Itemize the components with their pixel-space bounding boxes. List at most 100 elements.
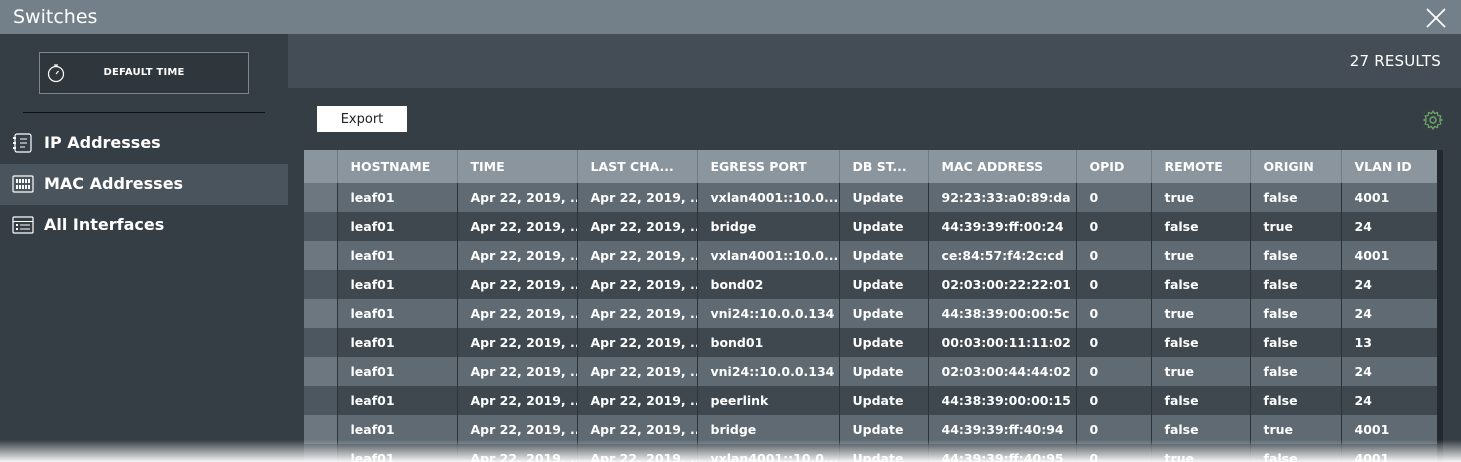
- table-cell: Apr 22, 2019, ...: [577, 357, 698, 386]
- table-cell: leaf01: [337, 241, 458, 270]
- table-cell: false: [1250, 386, 1342, 415]
- column-header[interactable]: OPID: [1076, 150, 1152, 183]
- table-row[interactable]: leaf01 Apr 22, 2019, ... Apr 22, 2019, ...…: [304, 241, 1438, 270]
- table-scrollbar[interactable]: [1437, 150, 1443, 462]
- row-select-cell[interactable]: [304, 270, 338, 299]
- select-all-column-header[interactable]: [304, 150, 338, 183]
- table-row[interactable]: leaf01 Apr 22, 2019, ... Apr 22, 2019, ...…: [304, 212, 1438, 241]
- table-cell: Apr 22, 2019, ...: [457, 415, 578, 444]
- table-row[interactable]: leaf01 Apr 22, 2019, ... Apr 22, 2019, ...…: [304, 299, 1438, 328]
- row-select-cell[interactable]: [304, 357, 338, 386]
- column-header[interactable]: MAC ADDRESS: [928, 150, 1077, 183]
- default-time-button[interactable]: DEFAULT TIME: [39, 52, 249, 94]
- column-header[interactable]: ORIGIN: [1250, 150, 1342, 183]
- table-header-row: HOSTNAME TIME LAST CHA... EGRESS PORT DB ST.…: [304, 150, 1438, 183]
- table-cell: 0: [1076, 183, 1152, 212]
- row-select-cell[interactable]: [304, 212, 338, 241]
- table-cell: 92:23:33:a0:89:da: [928, 183, 1077, 212]
- column-header[interactable]: DB ST...: [839, 150, 929, 183]
- table-cell: leaf01: [337, 299, 458, 328]
- row-select-cell[interactable]: [304, 386, 338, 415]
- table-cell: Apr 22, 2019, ...: [577, 183, 698, 212]
- table-cell: Apr 22, 2019, ...: [457, 386, 578, 415]
- table-cell: false: [1250, 357, 1342, 386]
- row-select-cell[interactable]: [304, 415, 338, 444]
- table-cell: leaf01: [337, 183, 458, 212]
- column-header[interactable]: VLAN ID: [1341, 150, 1438, 183]
- table-cell: 24: [1341, 386, 1438, 415]
- table-cell: 0: [1076, 415, 1152, 444]
- table-cell: 0: [1076, 357, 1152, 386]
- table-row[interactable]: leaf01 Apr 22, 2019, ... Apr 22, 2019, ...…: [304, 415, 1438, 444]
- sidebar-item-mac-addresses[interactable]: MAC Addresses: [0, 164, 288, 205]
- table-cell: leaf01: [337, 415, 458, 444]
- window-titlebar: Switches: [0, 0, 1461, 34]
- table-cell: Update: [839, 328, 929, 357]
- mac-address-table: HOSTNAME TIME LAST CHA... EGRESS PORT DB ST.…: [304, 150, 1439, 462]
- table-cell: true: [1250, 212, 1342, 241]
- column-header[interactable]: LAST CHA...: [577, 150, 698, 183]
- table-cell: leaf01: [337, 386, 458, 415]
- table-cell: false: [1151, 328, 1251, 357]
- table-cell: peerlink: [697, 386, 840, 415]
- sidebar-item-all-interfaces[interactable]: All Interfaces: [0, 205, 288, 246]
- export-button[interactable]: Export: [317, 106, 407, 132]
- table-cell: 24: [1341, 270, 1438, 299]
- table-cell: false: [1151, 415, 1251, 444]
- table-cell: Apr 22, 2019, ...: [457, 299, 578, 328]
- column-header[interactable]: HOSTNAME: [337, 150, 458, 183]
- table-cell: ce:84:57:f4:2c:cd: [928, 241, 1077, 270]
- sidebar-item-label: MAC Addresses: [44, 174, 184, 193]
- gear-icon[interactable]: [1422, 109, 1444, 131]
- table-cell: true: [1151, 299, 1251, 328]
- table-cell: Apr 22, 2019, ...: [577, 386, 698, 415]
- table-cell: 0: [1076, 212, 1152, 241]
- table-cell: Apr 22, 2019, ...: [457, 241, 578, 270]
- table-cell: 02:03:00:22:22:01: [928, 270, 1077, 299]
- table-cell: Update: [839, 299, 929, 328]
- column-header[interactable]: TIME: [457, 150, 578, 183]
- table-cell: 0: [1076, 328, 1152, 357]
- table-cell: 0: [1076, 386, 1152, 415]
- table-cell: bond01: [697, 328, 840, 357]
- sidebar-divider: [23, 112, 265, 113]
- row-select-cell[interactable]: [304, 183, 338, 212]
- table-cell: 13: [1341, 328, 1438, 357]
- column-header[interactable]: REMOTE: [1151, 150, 1251, 183]
- table-row[interactable]: leaf01 Apr 22, 2019, ... Apr 22, 2019, ...…: [304, 386, 1438, 415]
- table-cell: false: [1151, 212, 1251, 241]
- row-select-cell[interactable]: [304, 241, 338, 270]
- close-icon[interactable]: [1424, 6, 1448, 30]
- table-cell: false: [1250, 328, 1342, 357]
- sidebar: DEFAULT TIME IP Addresses MAC Addresses …: [0, 34, 288, 462]
- table-cell: Update: [839, 357, 929, 386]
- table-cell: true: [1151, 241, 1251, 270]
- table-row[interactable]: leaf01 Apr 22, 2019, ... Apr 22, 2019, ...…: [304, 183, 1438, 212]
- table-cell: 4001: [1341, 183, 1438, 212]
- row-select-cell[interactable]: [304, 299, 338, 328]
- table-cell: Apr 22, 2019, ...: [457, 212, 578, 241]
- table-cell: Apr 22, 2019, ...: [577, 444, 698, 462]
- column-header[interactable]: EGRESS PORT: [697, 150, 840, 183]
- table-cell: leaf01: [337, 270, 458, 299]
- table-cell: false: [1250, 299, 1342, 328]
- table-row[interactable]: leaf01 Apr 22, 2019, ... Apr 22, 2019, ...…: [304, 357, 1438, 386]
- table-cell: 0: [1076, 444, 1152, 462]
- table-cell: Apr 22, 2019, ...: [457, 357, 578, 386]
- table-cell: 02:03:00:44:44:02: [928, 357, 1077, 386]
- table-cell: Update: [839, 212, 929, 241]
- table-cell: leaf01: [337, 328, 458, 357]
- table-cell: bridge: [697, 415, 840, 444]
- row-select-cell[interactable]: [304, 328, 338, 357]
- sidebar-item-ip-addresses[interactable]: IP Addresses: [0, 123, 288, 164]
- table-cell: vxlan4001::10.0....: [697, 241, 840, 270]
- table-cell: 44:38:39:00:00:15: [928, 386, 1077, 415]
- table-cell: Update: [839, 270, 929, 299]
- table-row[interactable]: leaf01 Apr 22, 2019, ... Apr 22, 2019, ...…: [304, 270, 1438, 299]
- row-select-cell[interactable]: [304, 444, 338, 462]
- table-cell: vxlan4001::10.0....: [697, 444, 840, 462]
- table-cell: 44:38:39:00:00:5c: [928, 299, 1077, 328]
- table-cell: false: [1250, 444, 1342, 462]
- table-row[interactable]: leaf01 Apr 22, 2019, ... Apr 22, 2019, ...…: [304, 444, 1438, 462]
- table-row[interactable]: leaf01 Apr 22, 2019, ... Apr 22, 2019, ...…: [304, 328, 1438, 357]
